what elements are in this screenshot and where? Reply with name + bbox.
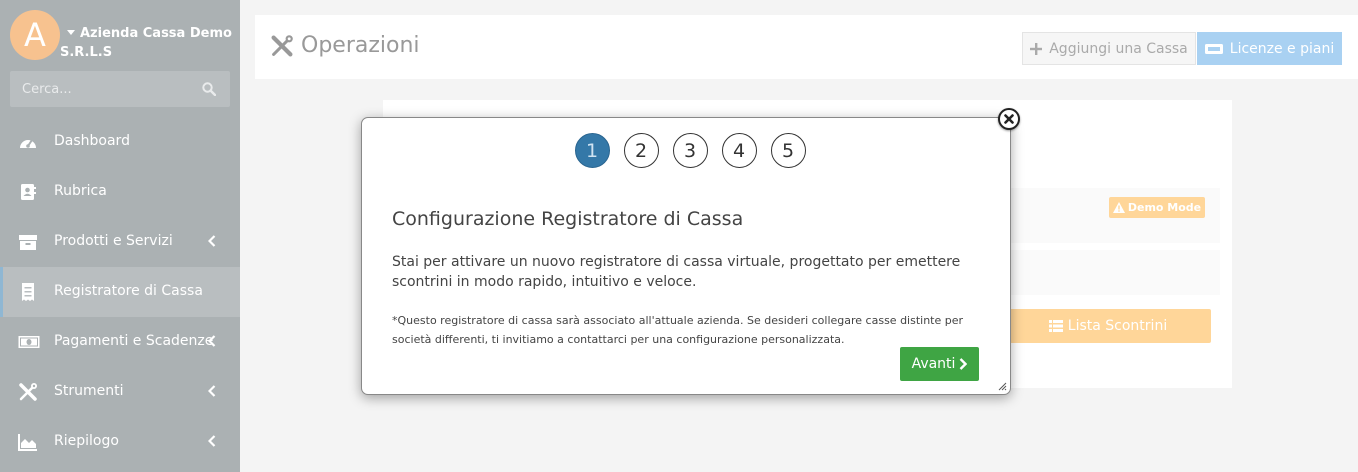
setup-wizard-dialog: 1 2 3 4 5 Configurazione Registratore di… [361, 117, 1011, 395]
list-icon [1048, 320, 1063, 332]
sidebar-item-strumenti[interactable]: Strumenti [0, 367, 240, 417]
warning-icon [1112, 202, 1125, 213]
page-title: Operazioni [270, 33, 420, 58]
next-button[interactable]: Avanti [900, 347, 979, 381]
company-name: Azienda Cassa Demo S.R.L.S [60, 26, 232, 60]
sidebar-item-riepilogo[interactable]: Riepilogo [0, 417, 240, 467]
search-icon[interactable] [202, 82, 216, 96]
wizard-step-3[interactable]: 3 [672, 133, 708, 168]
chevron-left-icon [208, 385, 216, 397]
ticket-icon [1204, 43, 1223, 54]
sidebar-item-label: Pagamenti e Scadenze [54, 333, 214, 349]
sidebar-nav: Dashboard Rubrica Prodotti e Servizi Reg… [0, 117, 240, 467]
lista-scontrini-label: Lista Scontrini [1067, 318, 1168, 334]
add-register-button[interactable]: Aggiungi una Cassa [1022, 32, 1196, 65]
money-icon [18, 336, 40, 348]
chevron-left-icon [208, 235, 216, 247]
caret-down-icon [67, 30, 75, 35]
search-input[interactable] [10, 71, 230, 107]
dialog-note: *Questo registratore di cassa sarà assoc… [392, 314, 964, 346]
tools-icon [271, 34, 293, 57]
wizard-step-2[interactable]: 2 [623, 133, 659, 168]
next-button-label: Avanti [911, 356, 956, 372]
chevron-left-icon [208, 335, 216, 347]
sidebar-item-label: Riepilogo [54, 433, 119, 449]
wizard-step-5[interactable]: 5 [770, 133, 806, 168]
avatar[interactable]: A [10, 10, 60, 60]
licenses-label: Licenze e piani [1229, 40, 1335, 57]
demo-mode-label: Demo Mode [1127, 201, 1202, 214]
dialog-title: Configurazione Registratore di Cassa [392, 208, 744, 230]
wizard-step-1[interactable]: 1 [574, 133, 610, 168]
wizard-step-4[interactable]: 4 [721, 133, 757, 168]
sidebar-item-label: Prodotti e Servizi [54, 233, 173, 249]
plus-icon [1030, 42, 1043, 55]
chevron-right-icon [960, 358, 968, 370]
area-chart-icon [18, 434, 37, 451]
register-card-body [1005, 250, 1220, 295]
company-switcher[interactable]: Azienda Cassa Demo S.R.L.S [60, 24, 235, 62]
sidebar-item-label: Registratore di Cassa [54, 283, 203, 299]
sidebar-item-label: Strumenti [54, 383, 124, 399]
close-dialog-button[interactable] [998, 108, 1020, 130]
sidebar-item-label: Dashboard [54, 133, 130, 149]
licenses-button[interactable]: Licenze e piani [1197, 32, 1342, 65]
sidebar-item-dashboard[interactable]: Dashboard [0, 117, 240, 167]
tools-icon [19, 383, 37, 401]
sidebar-item-rubrica[interactable]: Rubrica [0, 167, 240, 217]
lista-scontrini-button[interactable]: Lista Scontrini [1005, 309, 1211, 343]
resize-handle-icon[interactable] [998, 382, 1007, 391]
gauge-icon [20, 139, 36, 148]
sidebar-item-registratore[interactable]: Registratore di Cassa [0, 267, 240, 317]
receipt-icon [22, 283, 34, 301]
chevron-left-icon [208, 435, 216, 447]
demo-mode-badge: Demo Mode [1109, 197, 1205, 218]
sidebar-item-prodotti[interactable]: Prodotti e Servizi [0, 217, 240, 267]
add-register-label: Aggiungi una Cassa [1049, 40, 1188, 57]
address-book-icon [21, 184, 36, 200]
wizard-steps: 1 2 3 4 5 [362, 133, 1010, 168]
page-header: Operazioni Aggiungi una Cassa Licenze e … [255, 15, 1358, 79]
brand: A Azienda Cassa Demo S.R.L.S [10, 10, 232, 64]
page-title-text: Operazioni [301, 33, 420, 58]
sidebar: A Azienda Cassa Demo S.R.L.S Dashboard R… [0, 0, 240, 472]
dialog-description: Stai per attivare un nuovo registratore … [392, 254, 961, 290]
close-icon [1004, 114, 1014, 124]
sidebar-item-label: Rubrica [54, 183, 107, 199]
box-icon [19, 235, 37, 250]
sidebar-item-pagamenti[interactable]: Pagamenti e Scadenze [0, 317, 240, 367]
search-box [10, 71, 230, 107]
